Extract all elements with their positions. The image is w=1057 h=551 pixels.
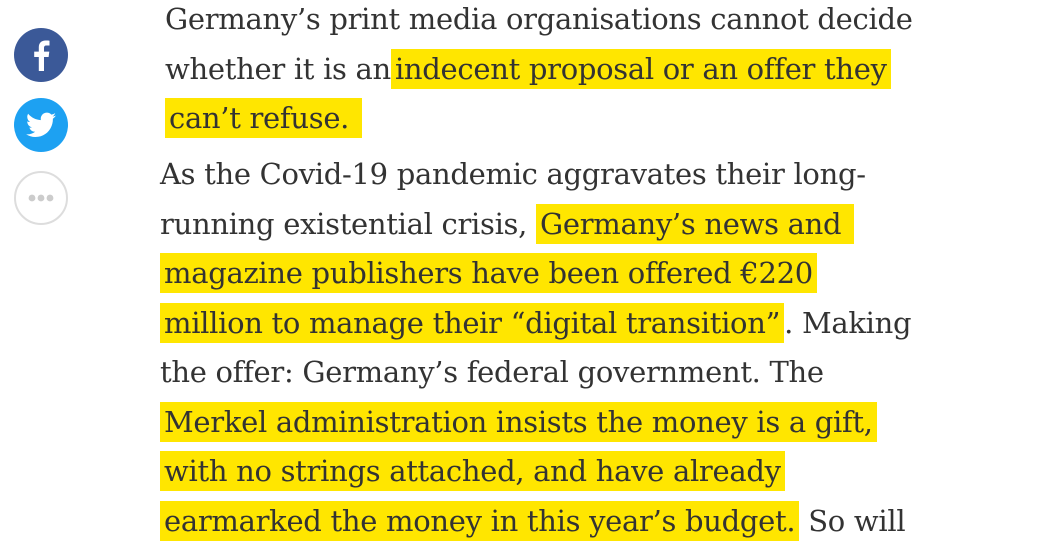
- paragraph-line: Merkel administration insists the money …: [160, 398, 911, 448]
- paragraph-line: million to manage their “digital transit…: [160, 299, 912, 349]
- paragraph-line: magazine publishers have been offered €2…: [160, 249, 911, 299]
- paragraph-line: earmarked the money in this year’s budge…: [160, 497, 911, 547]
- text-run: Germany’s print media organisations cann…: [165, 2, 913, 36]
- highlighted-text: magazine publishers have been offered €2…: [160, 253, 817, 293]
- text-run: whether it is an: [165, 51, 391, 86]
- facebook-icon: [34, 40, 50, 71]
- highlighted-text: indecent proposal or an offer they: [390, 48, 891, 89]
- paragraph-line: running existential crisis, Germany’s ne…: [160, 200, 911, 250]
- text-run: . Making: [784, 305, 912, 340]
- highlighted-text: earmarked the money in this year’s budge…: [160, 500, 800, 541]
- paragraph-line: the offer: Germany’s federal government.…: [160, 348, 911, 398]
- twitter-icon: [26, 112, 56, 137]
- paragraph-2: As the Covid-19 pandemic aggravates thei…: [160, 150, 912, 547]
- text-run: So will: [799, 503, 906, 538]
- highlighted-text: million to manage their “digital transit…: [160, 302, 785, 343]
- facebook-share-button[interactable]: [14, 28, 68, 82]
- highlighted-text: can’t refuse.: [165, 98, 363, 138]
- paragraph-1: Germany’s print media organisations cann…: [165, 0, 913, 144]
- more-share-button[interactable]: [14, 171, 68, 225]
- text-run: As the Covid-19 pandemic aggravates thei…: [160, 157, 866, 191]
- paragraph-line: Germany’s print media organisations cann…: [165, 0, 913, 45]
- highlighted-text: with no strings attached, and have alrea…: [160, 451, 785, 491]
- highlighted-text: Germany’s news and: [535, 203, 855, 244]
- text-run: the offer: Germany’s federal government.…: [160, 355, 824, 389]
- paragraph-line: with no strings attached, and have alrea…: [160, 447, 911, 497]
- more-dots-icon: [28, 194, 54, 202]
- twitter-share-button[interactable]: [14, 98, 68, 152]
- text-run: running existential crisis,: [160, 206, 528, 241]
- paragraph-line: As the Covid-19 pandemic aggravates thei…: [160, 150, 911, 200]
- highlighted-text: Merkel administration insists the money …: [160, 401, 877, 442]
- paragraph-line: can’t refuse.: [165, 94, 913, 144]
- paragraph-line: whether it is an indecent proposal or an …: [165, 45, 913, 95]
